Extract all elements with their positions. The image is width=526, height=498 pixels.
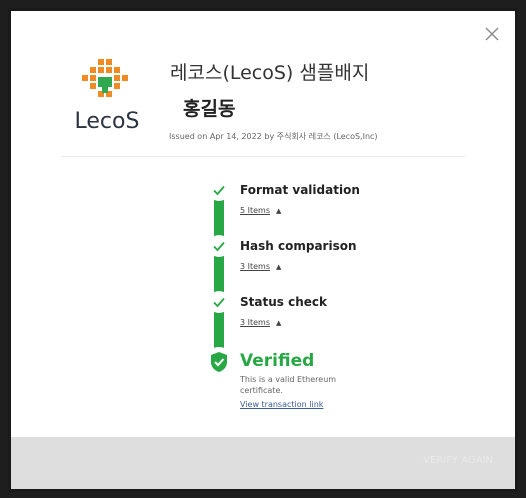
step-items-link[interactable]: 3 Items — [240, 318, 270, 327]
verified-status: Verified — [240, 351, 315, 371]
header-divider — [61, 156, 465, 157]
step-items-toggle[interactable]: 3 Items ▲ — [240, 262, 281, 271]
step-items-toggle[interactable]: 3 Items ▲ — [240, 318, 281, 327]
lecos-logo-mark — [82, 59, 128, 97]
step-hash-comparison: Hash comparison — [240, 239, 357, 253]
chevron-up-icon[interactable]: ▲ — [276, 319, 281, 327]
close-button[interactable] — [483, 25, 501, 43]
dialog-footer: VERIFY AGAIN — [11, 437, 515, 489]
verification-timeline — [214, 189, 224, 357]
step-check-icon — [210, 181, 228, 199]
verified-description: This is a valid Ethereum certificate. — [240, 375, 337, 395]
badge-title: 레코스(LecoS) 샘플배지 — [170, 62, 370, 84]
verification-dialog: LecoS 레코스(LecoS) 샘플배지 홍길동 Issued on Apr … — [8, 8, 518, 492]
step-check-icon — [210, 293, 228, 311]
step-items-link[interactable]: 5 Items — [240, 206, 270, 215]
verify-again-button[interactable]: VERIFY AGAIN — [423, 455, 493, 466]
step-items-link[interactable]: 3 Items — [240, 262, 270, 271]
step-format-validation: Format validation — [240, 183, 360, 197]
lecos-wordmark: LecoS — [74, 109, 140, 134]
issued-info: Issued on Apr 14, 2022 by 주식회사 레코스 (Leco… — [169, 132, 378, 141]
chevron-up-icon[interactable]: ▲ — [276, 263, 281, 271]
recipient-name: 홍길동 — [183, 98, 236, 120]
step-items-toggle[interactable]: 5 Items ▲ — [240, 206, 281, 215]
view-transaction-link[interactable]: View transaction link — [240, 400, 323, 409]
lecos-logo: LecoS — [65, 57, 149, 141]
verified-shield-icon — [207, 350, 231, 374]
chevron-up-icon[interactable]: ▲ — [276, 207, 281, 215]
step-check-icon — [210, 237, 228, 255]
close-icon — [485, 27, 499, 41]
step-status-check: Status check — [240, 295, 327, 309]
